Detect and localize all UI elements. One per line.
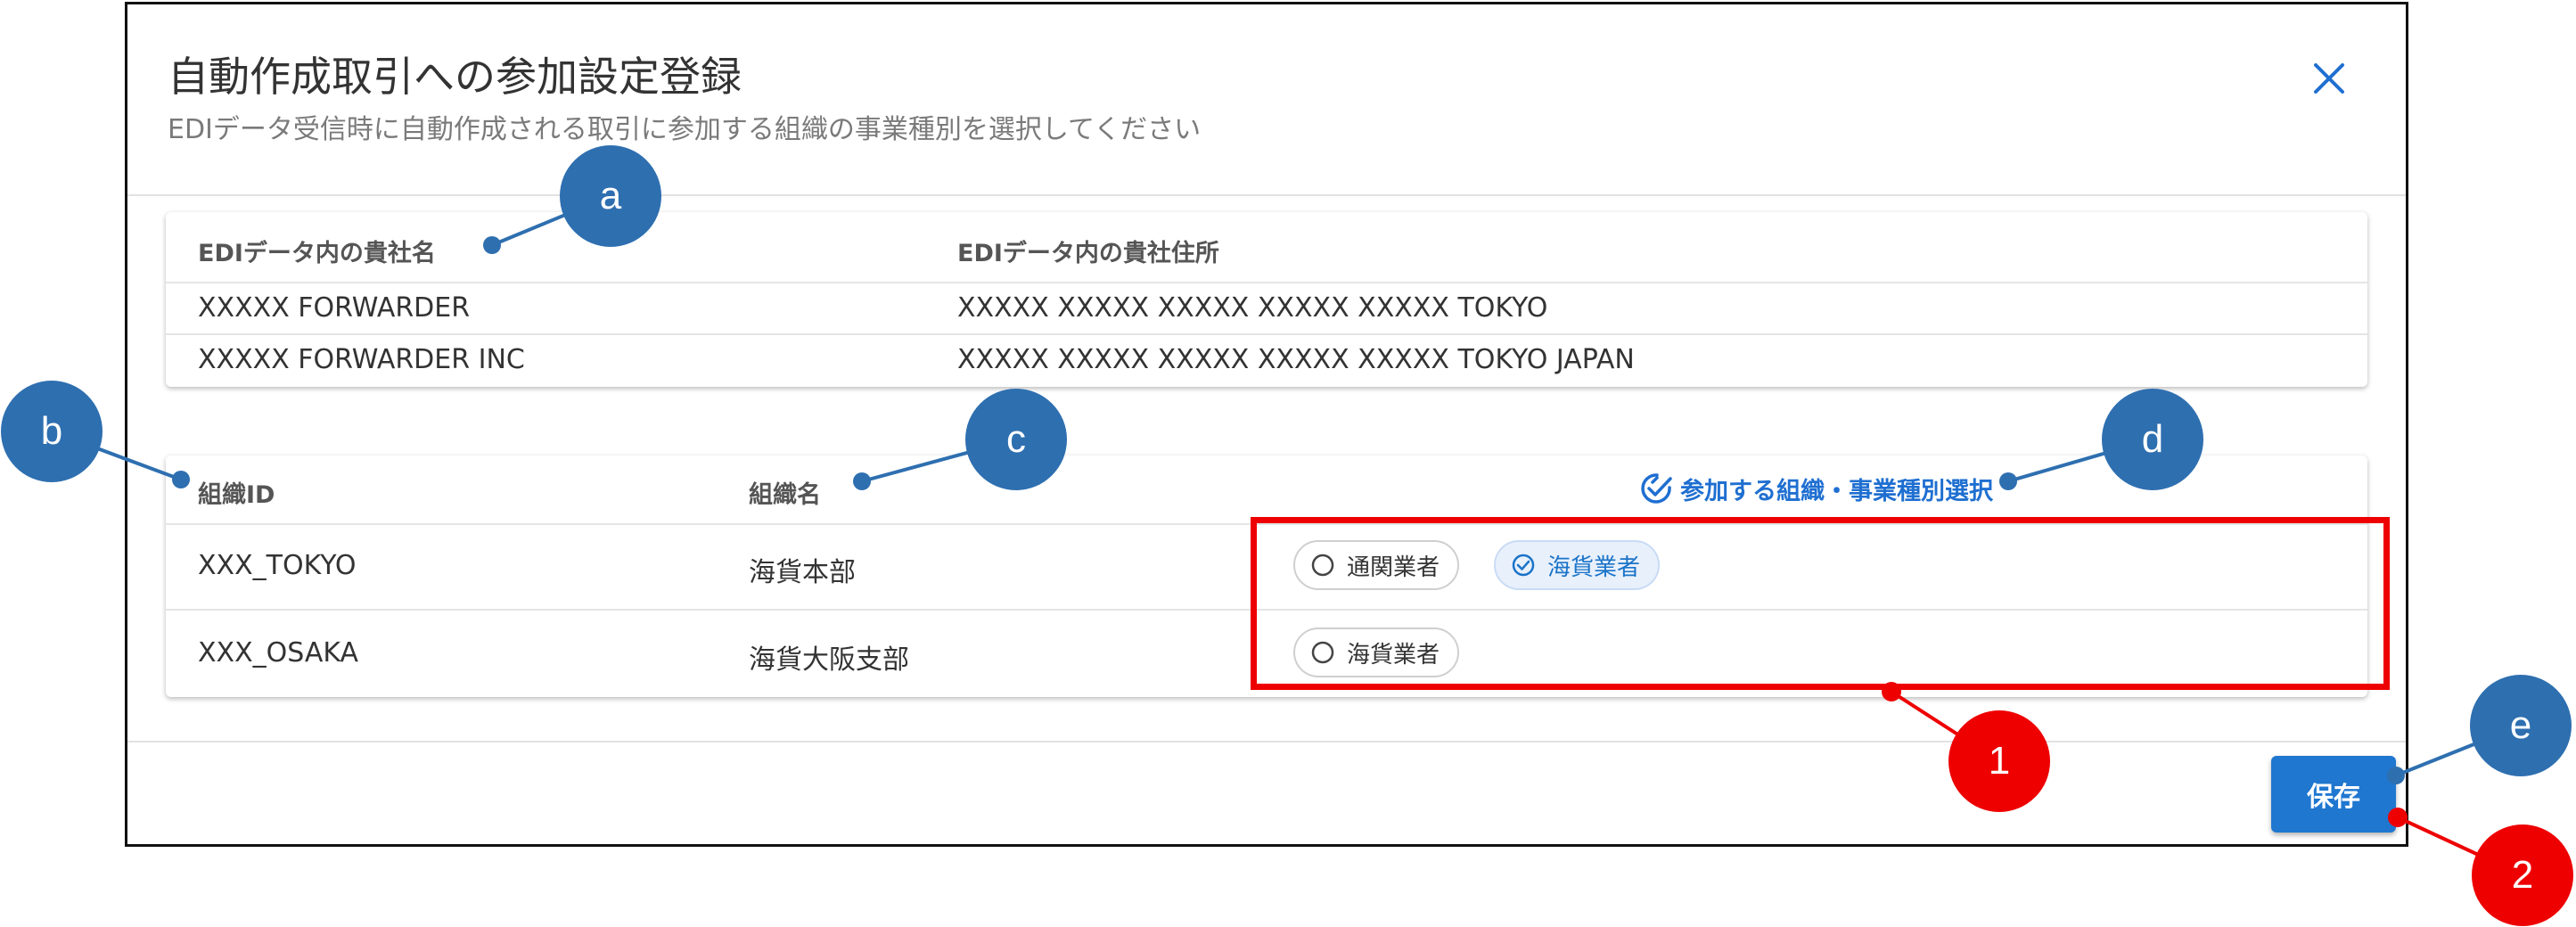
- save-button[interactable]: 保存: [2271, 756, 2396, 833]
- table-cell-org-name: 海貨本部: [749, 557, 856, 588]
- edi-company-table: EDIデータ内の貴社名 EDIデータ内の貴社住所 XXXXX FORWARDER…: [166, 212, 2367, 387]
- dialog-subtitle: EDIデータ受信時に自動作成される取引に参加する組織の事業種別を選択してください: [168, 114, 1202, 145]
- dialog-title: 自動作成取引への参加設定登録: [168, 53, 742, 101]
- table-cell-org-name: 海貨大阪支部: [749, 644, 909, 676]
- check-circle-double-icon: [1641, 473, 1672, 504]
- footer-divider: [127, 741, 2406, 742]
- participation-settings-dialog: 自動作成取引への参加設定登録 EDIデータ受信時に自動作成される取引に参加する組…: [125, 2, 2408, 847]
- callout-a: a: [599, 174, 622, 217]
- table-cell-company-address: XXXXX XXXXX XXXXX XXXXX XXXXX TOKYO: [957, 292, 1548, 324]
- column-header-org-id: 組織ID: [198, 481, 275, 509]
- callout-e: e: [2509, 703, 2532, 747]
- close-icon: [2314, 63, 2344, 94]
- select-all-label: 参加する組織・事業種別選択: [1680, 477, 1993, 505]
- close-button[interactable]: [2307, 56, 2351, 101]
- row-divider: [166, 282, 2367, 283]
- header-divider: [127, 194, 2406, 196]
- table-cell-company-address: XXXXX XXXXX XXXXX XXXXX XXXXX TOKYO JAPA…: [957, 344, 1635, 375]
- callout-2: 2: [2511, 853, 2534, 897]
- table-cell-org-id: XXX_OSAKA: [198, 637, 359, 669]
- callout-1: 1: [1988, 739, 2011, 783]
- column-header-company-name: EDIデータ内の貴社名: [198, 240, 436, 267]
- column-header-company-address: EDIデータ内の貴社住所: [957, 240, 1219, 267]
- highlight-box: [1251, 517, 2390, 690]
- table-cell-company-name: XXXXX FORWARDER INC: [198, 344, 525, 375]
- table-cell-company-name: XXXXX FORWARDER: [198, 292, 471, 324]
- table-cell-org-id: XXX_TOKYO: [198, 550, 357, 581]
- callout-d: d: [2141, 417, 2164, 461]
- callout-b: b: [40, 409, 63, 453]
- row-divider: [166, 333, 2367, 335]
- column-header-org-name: 組織名: [749, 481, 821, 509]
- select-all-participation-button[interactable]: 参加する組織・事業種別選択: [1637, 470, 1993, 507]
- callout-c: c: [1006, 417, 1026, 461]
